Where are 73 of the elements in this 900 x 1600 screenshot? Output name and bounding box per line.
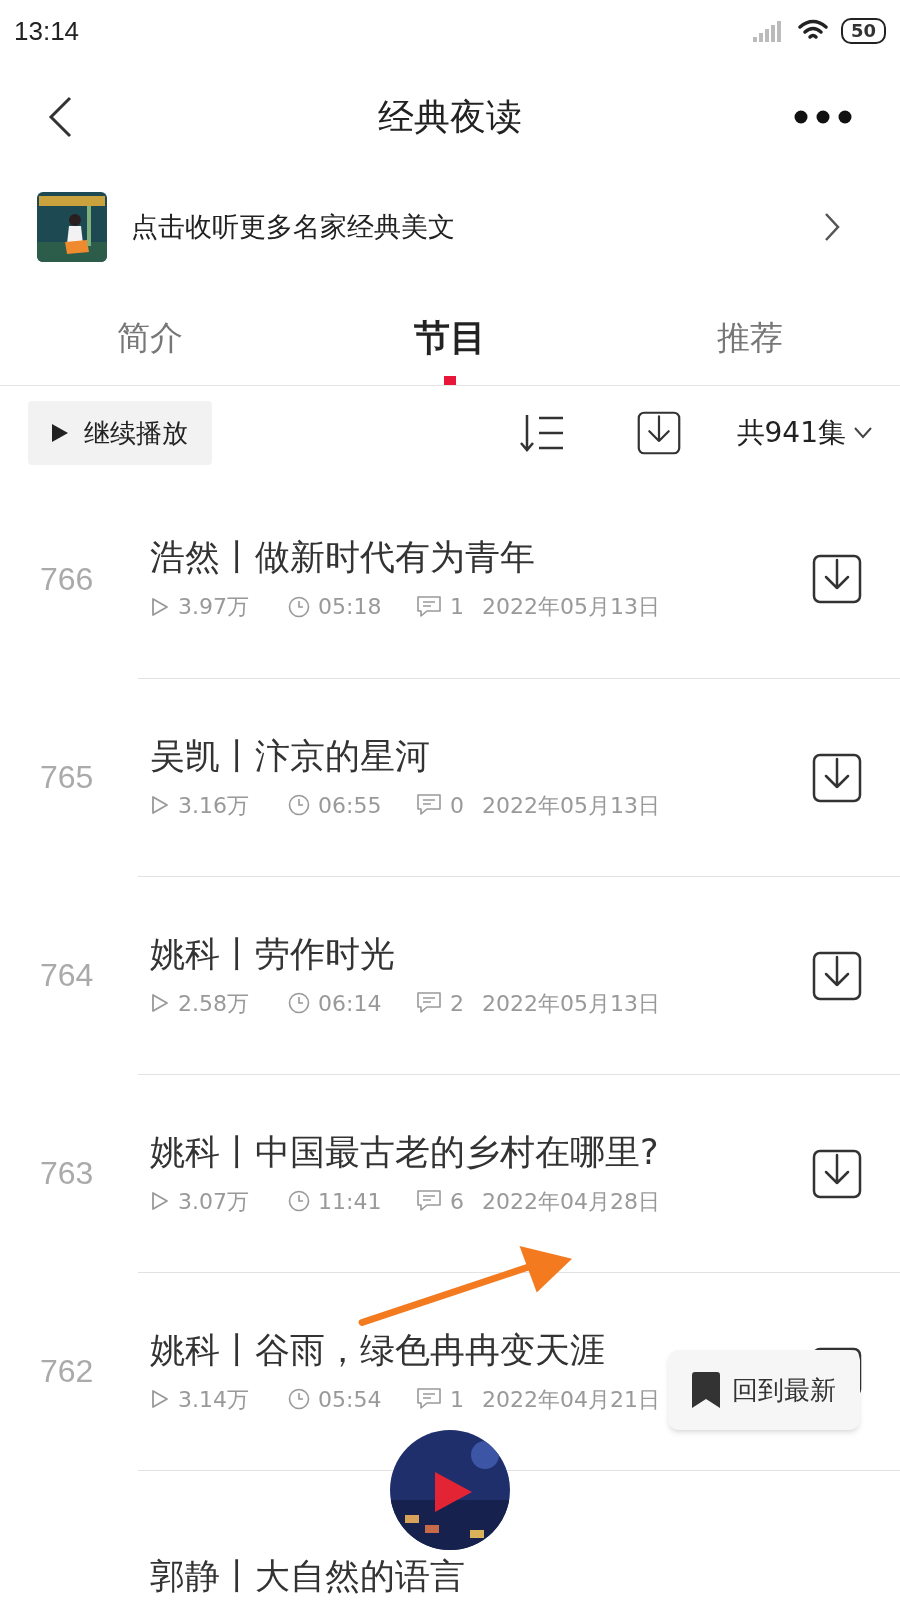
play-count: 3.14万 bbox=[178, 1385, 250, 1414]
more-icon[interactable] bbox=[794, 110, 852, 124]
comment-count: 2 bbox=[450, 989, 465, 1018]
duration: 05:54 bbox=[318, 1385, 383, 1414]
download-icon[interactable] bbox=[636, 411, 681, 455]
episode-number: 763 bbox=[40, 1154, 94, 1193]
comment-count: 1 bbox=[450, 1385, 465, 1414]
bookmark-icon bbox=[692, 1372, 720, 1408]
clock-icon bbox=[288, 1190, 310, 1213]
episode-number: 762 bbox=[40, 1352, 94, 1391]
comment-icon bbox=[416, 991, 442, 1016]
comment-count: 0 bbox=[450, 791, 465, 820]
sort-icon[interactable] bbox=[518, 413, 565, 453]
duration: 11:41 bbox=[318, 1187, 383, 1216]
promo-banner[interactable]: 点击收听更多名家经典美文 bbox=[0, 172, 900, 282]
publish-date: 2022年04月21日 bbox=[482, 1385, 660, 1414]
play-count: 2.58万 bbox=[178, 989, 250, 1018]
tab[interactable]: 简介 bbox=[0, 290, 300, 385]
episode-title: 浩然丨做新时代有为青年 bbox=[150, 536, 535, 580]
clock-icon bbox=[288, 794, 310, 817]
play-count-icon bbox=[150, 1389, 170, 1410]
play-count: 3.16万 bbox=[178, 791, 250, 820]
episode-number: 764 bbox=[40, 956, 94, 995]
duration: 06:55 bbox=[318, 791, 383, 820]
back-to-latest-toast[interactable]: 回到最新 bbox=[668, 1350, 860, 1430]
tab[interactable]: 推荐 bbox=[600, 290, 900, 385]
promo-text: 点击收听更多名家经典美文 bbox=[131, 209, 456, 244]
play-count-icon bbox=[150, 795, 170, 816]
continue-play-button[interactable]: 继续播放 bbox=[28, 401, 212, 465]
comment-count: 1 bbox=[450, 593, 465, 622]
back-icon[interactable] bbox=[48, 96, 72, 138]
clock-icon bbox=[288, 992, 310, 1015]
episode-count-dropdown[interactable]: 共941集 bbox=[736, 412, 872, 454]
comment-icon bbox=[416, 793, 442, 818]
episode-row[interactable]: 765 吴凯丨汴京的星河 3.16万 06:55 0 2022年05月13日 bbox=[0, 678, 900, 876]
play-icon bbox=[52, 424, 68, 442]
download-icon[interactable] bbox=[812, 752, 862, 803]
publish-date: 2022年05月13日 bbox=[482, 791, 660, 820]
play-count: 3.97万 bbox=[178, 593, 250, 622]
episode-number: 765 bbox=[40, 758, 94, 797]
comment-icon bbox=[416, 1387, 442, 1412]
tab-indicator bbox=[444, 376, 456, 385]
duration: 06:14 bbox=[318, 989, 383, 1018]
play-count-icon bbox=[150, 993, 170, 1014]
download-icon[interactable] bbox=[812, 950, 862, 1001]
publish-date: 2022年05月13日 bbox=[482, 593, 660, 622]
episode-row[interactable]: 766 浩然丨做新时代有为青年 3.97万 05:18 1 2022年05月13日 bbox=[0, 480, 900, 678]
comment-count: 6 bbox=[450, 1187, 465, 1216]
episode-title: 吴凯丨汴京的星河 bbox=[150, 734, 430, 778]
play-count-icon bbox=[150, 1191, 170, 1212]
episode-title: 姚科丨劳作时光 bbox=[150, 932, 395, 976]
download-icon[interactable] bbox=[812, 554, 862, 604]
episode-number: 766 bbox=[40, 560, 94, 599]
episode-row[interactable]: 764 姚科丨劳作时光 2.58万 06:14 2 2022年05月13日 bbox=[0, 876, 900, 1074]
publish-date: 2022年05月13日 bbox=[482, 989, 660, 1018]
chevron-right-icon bbox=[824, 212, 840, 242]
chevron-down-icon bbox=[854, 427, 872, 439]
episode-title: 姚科丨谷雨，绿色冉冉变天涯 bbox=[150, 1328, 605, 1372]
clock-icon bbox=[288, 595, 310, 618]
status-time: 13:14 bbox=[14, 14, 80, 48]
page-title: 经典夜读 bbox=[378, 95, 522, 139]
download-icon[interactable] bbox=[812, 1148, 862, 1199]
play-count: 3.07万 bbox=[178, 1187, 250, 1216]
duration: 05:18 bbox=[318, 593, 383, 622]
episode-title: 郭静丨大自然的语言 bbox=[150, 1555, 465, 1598]
comment-icon bbox=[416, 594, 442, 619]
episode-title: 姚科丨中国最古老的乡村在哪里? bbox=[150, 1130, 659, 1174]
tab[interactable]: 节目 bbox=[300, 290, 600, 385]
battery-indicator: 50 bbox=[840, 18, 886, 44]
publish-date: 2022年04月28日 bbox=[482, 1187, 660, 1216]
play-count-icon bbox=[150, 596, 170, 617]
clock-icon bbox=[288, 1388, 310, 1411]
comment-icon bbox=[416, 1189, 442, 1214]
